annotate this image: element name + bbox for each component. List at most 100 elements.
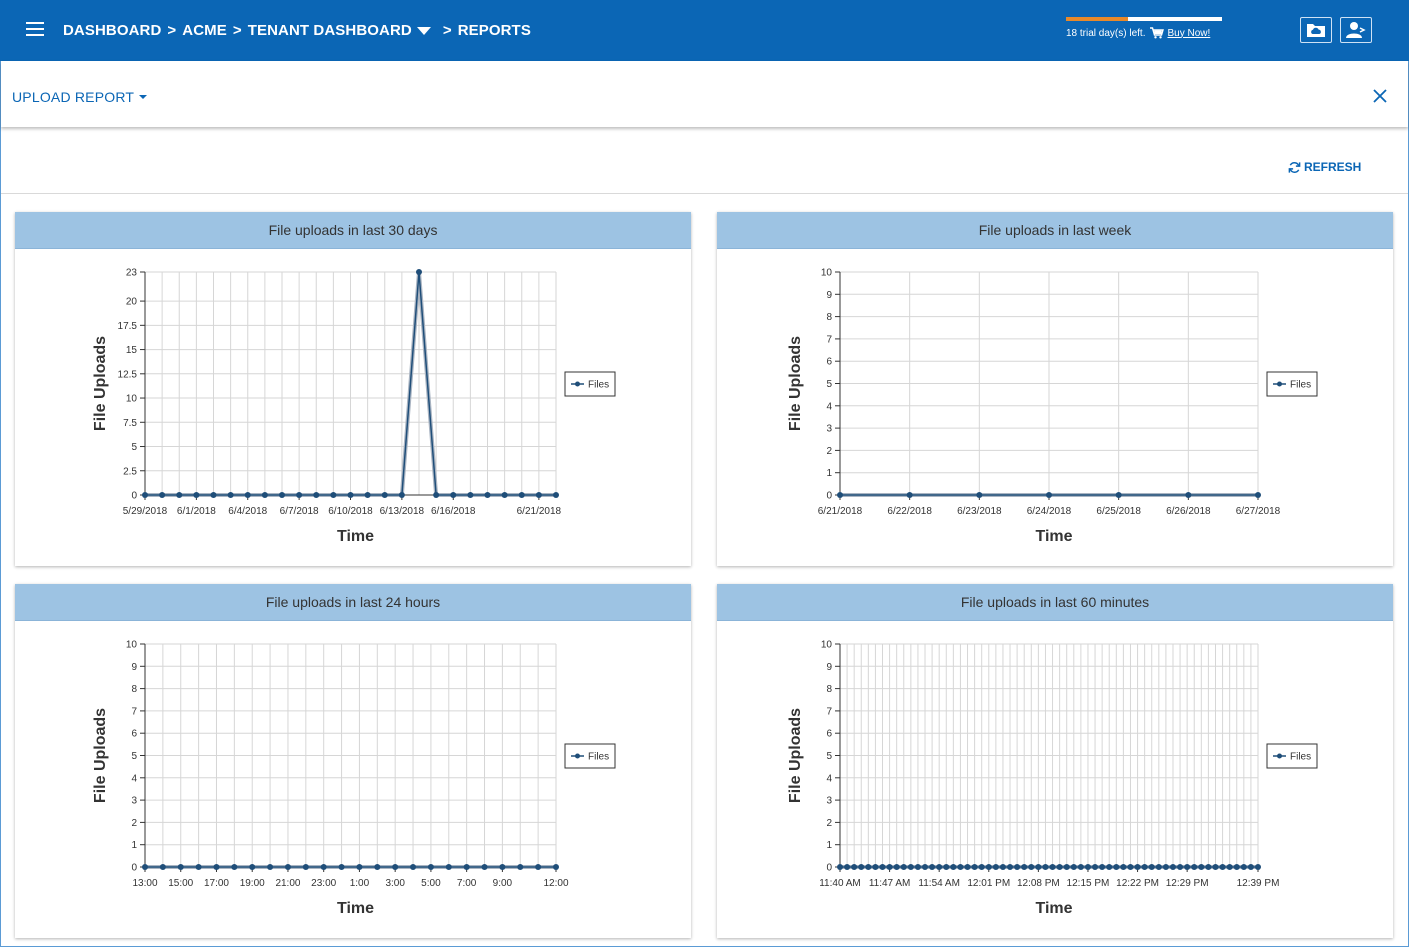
x-tick-label: 11:54 AM bbox=[918, 878, 960, 889]
data-point bbox=[1233, 864, 1240, 870]
data-point bbox=[906, 492, 913, 498]
data-point bbox=[213, 864, 220, 870]
y-tick-label: 4 bbox=[826, 773, 832, 784]
data-point bbox=[865, 864, 872, 870]
data-point bbox=[837, 492, 843, 498]
y-tick-label: 7 bbox=[826, 334, 832, 345]
x-tick-label: 23:00 bbox=[311, 878, 336, 889]
x-tick-label: 12:22 PM bbox=[1116, 878, 1159, 889]
y-axis-title: File Uploads bbox=[92, 336, 109, 431]
legend: Files bbox=[564, 743, 616, 769]
breadcrumb-acme[interactable]: ACME bbox=[182, 22, 227, 39]
data-point bbox=[1021, 864, 1028, 870]
y-tick-label: 10 bbox=[821, 268, 833, 279]
data-point bbox=[267, 864, 274, 870]
data-point bbox=[900, 864, 907, 870]
y-tick-label: 8 bbox=[826, 684, 832, 695]
x-tick-label: 6/10/2018 bbox=[328, 506, 373, 517]
y-tick-label: 5 bbox=[131, 751, 137, 762]
refresh-label: REFRESH bbox=[1304, 160, 1362, 174]
upload-report-dropdown[interactable]: UPLOAD REPORT bbox=[12, 89, 148, 105]
data-point bbox=[936, 864, 943, 870]
legend: Files bbox=[1266, 743, 1318, 769]
x-axis-title: Time bbox=[337, 528, 374, 545]
data-point bbox=[481, 864, 488, 870]
data-point bbox=[1106, 864, 1113, 870]
y-tick-label: 9 bbox=[131, 662, 137, 673]
breadcrumb-dashboard[interactable]: DASHBOARD bbox=[63, 22, 161, 39]
x-tick-label: 11:40 AM bbox=[819, 878, 861, 889]
buy-now-link[interactable]: Buy Now! bbox=[1167, 28, 1210, 39]
data-point bbox=[535, 864, 542, 870]
data-point bbox=[1070, 864, 1077, 870]
data-point bbox=[374, 864, 381, 870]
y-tick-label: 0 bbox=[131, 863, 137, 874]
user-account-button[interactable] bbox=[1340, 17, 1372, 43]
data-point bbox=[907, 864, 914, 870]
y-tick-label: 5 bbox=[826, 751, 832, 762]
data-point bbox=[1134, 864, 1141, 870]
menu-icon[interactable] bbox=[26, 22, 44, 38]
data-point bbox=[851, 864, 858, 870]
data-point bbox=[1099, 864, 1106, 870]
data-point bbox=[356, 864, 363, 870]
y-tick-label: 4 bbox=[826, 401, 832, 412]
y-tick-label: 3 bbox=[826, 424, 832, 435]
y-tick-label: 0 bbox=[826, 491, 832, 502]
data-point bbox=[1113, 864, 1120, 870]
y-tick-label: 12.5 bbox=[118, 369, 138, 380]
x-tick-label: 21:00 bbox=[275, 878, 300, 889]
legend-label: Files bbox=[1290, 752, 1311, 763]
data-point bbox=[929, 864, 936, 870]
user-account-icon bbox=[1346, 22, 1366, 38]
chart-panel-30-days: File uploads in last 30 days 0 2.5 5 7.5 10 1… bbox=[15, 212, 691, 566]
data-point bbox=[392, 864, 399, 870]
chart-panel-last-week: File uploads in last week 0 1 2 3 4 5 6 7 8 9 10 6/… bbox=[717, 212, 1393, 566]
data-point bbox=[943, 864, 950, 870]
data-point bbox=[416, 269, 422, 275]
x-tick-label: 6/22/2018 bbox=[887, 506, 932, 517]
folder-cloud-button[interactable] bbox=[1300, 17, 1332, 43]
x-tick-label: 9:00 bbox=[493, 878, 513, 889]
y-tick-label: 5 bbox=[131, 442, 137, 453]
upload-report-label: UPLOAD REPORT bbox=[12, 89, 135, 105]
caret-down-icon[interactable] bbox=[416, 26, 431, 35]
data-point bbox=[1141, 864, 1148, 870]
x-axis-title: Time bbox=[1035, 900, 1072, 917]
y-tick-label: 6 bbox=[826, 357, 832, 368]
y-tick-label: 1 bbox=[826, 468, 832, 479]
y-tick-label: 10 bbox=[821, 640, 833, 651]
close-icon[interactable] bbox=[1372, 88, 1388, 104]
y-tick-label: 17.5 bbox=[118, 321, 138, 332]
y-tick-label: 10 bbox=[126, 640, 138, 651]
data-point bbox=[1255, 864, 1261, 870]
top-navigation-bar: DASHBOARD > ACME > TENANT DASHBOARD > RE… bbox=[0, 0, 1409, 61]
data-point bbox=[1177, 864, 1184, 870]
y-tick-label: 8 bbox=[131, 684, 137, 695]
trial-days-text: 18 trial day(s) left. bbox=[1066, 27, 1146, 39]
breadcrumb-tenant-dashboard[interactable]: TENANT DASHBOARD bbox=[248, 22, 412, 39]
data-point bbox=[1205, 864, 1212, 870]
breadcrumb-reports: REPORTS bbox=[457, 22, 531, 39]
data-point bbox=[320, 864, 327, 870]
y-tick-label: 1 bbox=[131, 840, 137, 851]
y-tick-label: 6 bbox=[131, 729, 137, 740]
y-tick-label: 7 bbox=[131, 706, 137, 717]
trial-progress-bar bbox=[1066, 17, 1222, 21]
data-point bbox=[142, 492, 148, 498]
divider bbox=[1, 193, 1408, 194]
refresh-button[interactable]: REFRESH bbox=[1288, 160, 1361, 174]
data-point bbox=[1219, 864, 1226, 870]
data-point bbox=[553, 864, 559, 870]
x-axis-title: Time bbox=[1035, 528, 1072, 545]
legend: Files bbox=[1266, 371, 1318, 397]
refresh-icon bbox=[1288, 161, 1301, 173]
report-subheader: UPLOAD REPORT bbox=[1, 61, 1408, 127]
y-tick-label: 9 bbox=[826, 290, 832, 301]
legend-marker bbox=[1277, 381, 1282, 387]
y-tick-label: 9 bbox=[826, 662, 832, 673]
y-tick-label: 23 bbox=[126, 268, 138, 279]
x-tick-label: 3:00 bbox=[385, 878, 405, 889]
x-tick-label: 6/13/2018 bbox=[380, 506, 425, 517]
data-point bbox=[844, 864, 851, 870]
